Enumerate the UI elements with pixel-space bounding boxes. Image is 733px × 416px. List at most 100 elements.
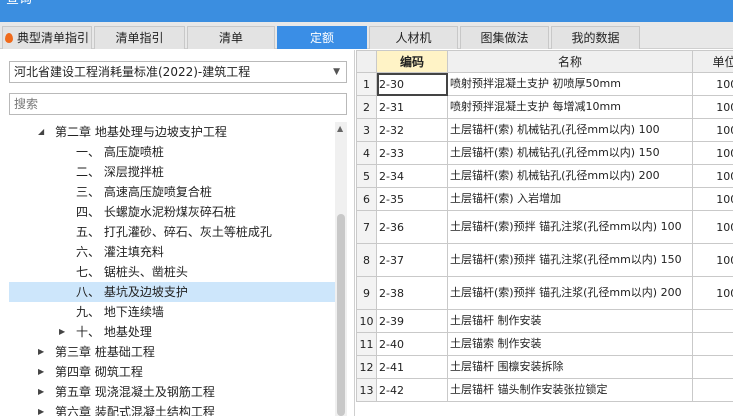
tab-quota[interactable]: 定额 bbox=[277, 26, 367, 49]
tab-bill[interactable]: 清单 bbox=[187, 26, 275, 49]
unit-cell[interactable]: 100m bbox=[692, 118, 733, 142]
unit-cell[interactable]: 100m bbox=[692, 187, 733, 211]
name-cell[interactable]: 土层锚杆 围檩安装拆除 bbox=[447, 355, 693, 379]
tree-item-chapter-2[interactable]: ◢ 第二章 地基处理与边坡支护工程 bbox=[9, 122, 335, 142]
tree-item-section[interactable]: 四、 长螺旋水泥粉煤灰碎石桩 bbox=[9, 202, 335, 222]
tree-item-section[interactable]: 三、 高速高压旋喷复合桩 bbox=[9, 182, 335, 202]
name-cell[interactable]: 土层锚索 制作安装 bbox=[447, 332, 693, 356]
tab-bill-guide[interactable]: 清单指引 bbox=[94, 26, 185, 49]
name-cell[interactable]: 喷射预拌混凝土支护 初喷厚50mm bbox=[447, 72, 693, 96]
tab-atlas-method[interactable]: 图集做法 bbox=[460, 26, 549, 49]
unit-cell[interactable]: 100m bbox=[692, 141, 733, 165]
tab-label: 清单指引 bbox=[115, 31, 164, 45]
table-row[interactable]: 82-37土层锚杆(索)预拌 锚孔注浆(孔径mm以内) 150100m bbox=[356, 243, 733, 277]
code-cell[interactable]: 2-30 bbox=[376, 72, 448, 96]
search-input[interactable] bbox=[9, 93, 347, 115]
tree-item-chapter-4[interactable]: ▶ 第四章 砌筑工程 bbox=[9, 362, 335, 382]
name-cell[interactable]: 土层锚杆(索) 机械钻孔(孔径mm以内) 200 bbox=[447, 164, 693, 188]
code-cell[interactable]: 2-41 bbox=[376, 355, 448, 379]
row-number: 7 bbox=[356, 210, 377, 244]
tree-item-section[interactable]: 九、 地下连续墙 bbox=[9, 302, 335, 322]
name-cell[interactable]: 土层锚杆(索)预拌 锚孔注浆(孔径mm以内) 200 bbox=[447, 276, 693, 310]
unit-cell[interactable]: 100m bbox=[692, 243, 733, 277]
chapter-tree: ◢ 第二章 地基处理与边坡支护工程 一、 高压旋喷桩 二、 深层搅拌桩 三、 高速… bbox=[9, 122, 335, 416]
unit-column-header[interactable]: 单位 bbox=[692, 50, 733, 73]
name-cell[interactable]: 土层锚杆(索) 机械钻孔(孔径mm以内) 100 bbox=[447, 118, 693, 142]
row-number: 10 bbox=[356, 309, 377, 333]
tree-item-chapter-3[interactable]: ▶ 第三章 桩基础工程 bbox=[9, 342, 335, 362]
unit-cell[interactable]: 套 bbox=[692, 378, 733, 402]
code-cell[interactable]: 2-42 bbox=[376, 378, 448, 402]
tree-item-section[interactable]: 五、 打孔灌砂、碎石、灰土等桩成孔 bbox=[9, 222, 335, 242]
code-cell[interactable]: 2-37 bbox=[376, 243, 448, 277]
tab-my-data[interactable]: 我的数据 bbox=[551, 26, 640, 49]
row-number: 13 bbox=[356, 378, 377, 402]
name-cell[interactable]: 土层锚杆(索)预拌 锚孔注浆(孔径mm以内) 150 bbox=[447, 243, 693, 277]
code-cell[interactable]: 2-39 bbox=[376, 309, 448, 333]
code-cell[interactable]: 2-35 bbox=[376, 187, 448, 211]
tab-labor-material-machine[interactable]: 人材机 bbox=[369, 26, 458, 49]
unit-cell[interactable]: 100m bbox=[692, 164, 733, 188]
name-cell[interactable]: 土层锚杆 锚头制作安装张拉锁定 bbox=[447, 378, 693, 402]
table-row[interactable]: 92-38土层锚杆(索)预拌 锚孔注浆(孔径mm以内) 200100m bbox=[356, 276, 733, 310]
name-cell[interactable]: 土层锚杆(索) 入岩增加 bbox=[447, 187, 693, 211]
table-row[interactable]: 42-33土层锚杆(索) 机械钻孔(孔径mm以内) 150100m bbox=[356, 141, 733, 165]
collapsed-triangle-icon[interactable]: ▶ bbox=[38, 342, 44, 362]
standard-select[interactable]: 河北省建设工程消耗量标准(2022)-建筑工程 ▼ bbox=[9, 61, 347, 83]
table-row[interactable]: 112-40土层锚索 制作安装t bbox=[356, 332, 733, 356]
name-cell[interactable]: 土层锚杆(索)预拌 锚孔注浆(孔径mm以内) 100 bbox=[447, 210, 693, 244]
name-cell[interactable]: 土层锚杆 制作安装 bbox=[447, 309, 693, 333]
code-column-header[interactable]: 编码 bbox=[376, 50, 448, 73]
row-number: 5 bbox=[356, 164, 377, 188]
code-cell[interactable]: 2-32 bbox=[376, 118, 448, 142]
tree-item-section-selected[interactable]: 八、 基坑及边坡支护 bbox=[9, 282, 335, 302]
table-row[interactable]: 72-36土层锚杆(索)预拌 锚孔注浆(孔径mm以内) 100100m bbox=[356, 210, 733, 244]
collapsed-triangle-icon[interactable]: ▶ bbox=[38, 382, 44, 402]
table-row[interactable]: 132-42土层锚杆 锚头制作安装张拉锁定套 bbox=[356, 378, 733, 402]
collapsed-triangle-icon[interactable]: ▶ bbox=[38, 362, 44, 382]
unit-cell[interactable]: t bbox=[692, 355, 733, 379]
tree-item-chapter-5[interactable]: ▶ 第五章 现浇混凝土及钢筋工程 bbox=[9, 382, 335, 402]
tree-item-section[interactable]: 七、 锯桩头、凿桩头 bbox=[9, 262, 335, 282]
unit-cell[interactable]: 100m bbox=[692, 276, 733, 310]
collapsed-triangle-icon[interactable]: ▶ bbox=[59, 322, 65, 342]
tab-label: 定额 bbox=[309, 31, 334, 45]
name-cell[interactable]: 喷射预拌混凝土支护 每增减10mm bbox=[447, 95, 693, 119]
tree-item-section[interactable]: 二、 深层搅拌桩 bbox=[9, 162, 335, 182]
table-row[interactable]: 22-31喷射预拌混凝土支护 每增减10mm100m bbox=[356, 95, 733, 119]
unit-cell[interactable]: t bbox=[692, 309, 733, 333]
table-row[interactable]: 32-32土层锚杆(索) 机械钻孔(孔径mm以内) 100100m bbox=[356, 118, 733, 142]
tree-scrollbar[interactable]: ▲ bbox=[335, 122, 347, 416]
code-cell[interactable]: 2-34 bbox=[376, 164, 448, 188]
table-row[interactable]: 102-39土层锚杆 制作安装t bbox=[356, 309, 733, 333]
code-cell[interactable]: 2-40 bbox=[376, 332, 448, 356]
tree-item-section[interactable]: ▶ 十、 地基处理 bbox=[9, 322, 335, 342]
code-cell[interactable]: 2-38 bbox=[376, 276, 448, 310]
tree-item-section[interactable]: 一、 高压旋喷桩 bbox=[9, 142, 335, 162]
table-row[interactable]: 122-41土层锚杆 围檩安装拆除t bbox=[356, 355, 733, 379]
table-row[interactable]: 12-30喷射预拌混凝土支护 初喷厚50mm100m bbox=[356, 72, 733, 96]
scroll-up-icon[interactable]: ▲ bbox=[337, 124, 343, 133]
tree-item-label: 八、 基坑及边坡支护 bbox=[76, 285, 188, 299]
scrollbar-thumb[interactable] bbox=[337, 214, 345, 416]
unit-cell[interactable]: 100m bbox=[692, 95, 733, 119]
unit-cell[interactable]: 100m bbox=[692, 72, 733, 96]
tab-label: 人材机 bbox=[395, 31, 432, 45]
tree-item-section[interactable]: 六、 灌注填充料 bbox=[9, 242, 335, 262]
unit-cell[interactable]: t bbox=[692, 332, 733, 356]
tree-item-chapter-6[interactable]: ▶ 第六章 装配式混凝土结构工程 bbox=[9, 402, 335, 416]
code-cell[interactable]: 2-31 bbox=[376, 95, 448, 119]
standard-select-value: 河北省建设工程消耗量标准(2022)-建筑工程 bbox=[14, 65, 251, 79]
code-cell[interactable]: 2-36 bbox=[376, 210, 448, 244]
tree-item-label: 四、 长螺旋水泥粉煤灰碎石桩 bbox=[76, 205, 236, 219]
unit-cell[interactable]: 100m bbox=[692, 210, 733, 244]
name-column-header[interactable]: 名称 bbox=[447, 50, 693, 73]
table-row[interactable]: 62-35土层锚杆(索) 入岩增加100m bbox=[356, 187, 733, 211]
name-cell[interactable]: 土层锚杆(索) 机械钻孔(孔径mm以内) 150 bbox=[447, 141, 693, 165]
table-row[interactable]: 52-34土层锚杆(索) 机械钻孔(孔径mm以内) 200100m bbox=[356, 164, 733, 188]
tree-item-label: 一、 高压旋喷桩 bbox=[76, 145, 164, 159]
expanded-triangle-icon[interactable]: ◢ bbox=[38, 122, 44, 142]
collapsed-triangle-icon[interactable]: ▶ bbox=[38, 402, 44, 416]
code-cell[interactable]: 2-33 bbox=[376, 141, 448, 165]
tab-typical-bill-guide[interactable]: 典型清单指引 bbox=[2, 26, 92, 49]
